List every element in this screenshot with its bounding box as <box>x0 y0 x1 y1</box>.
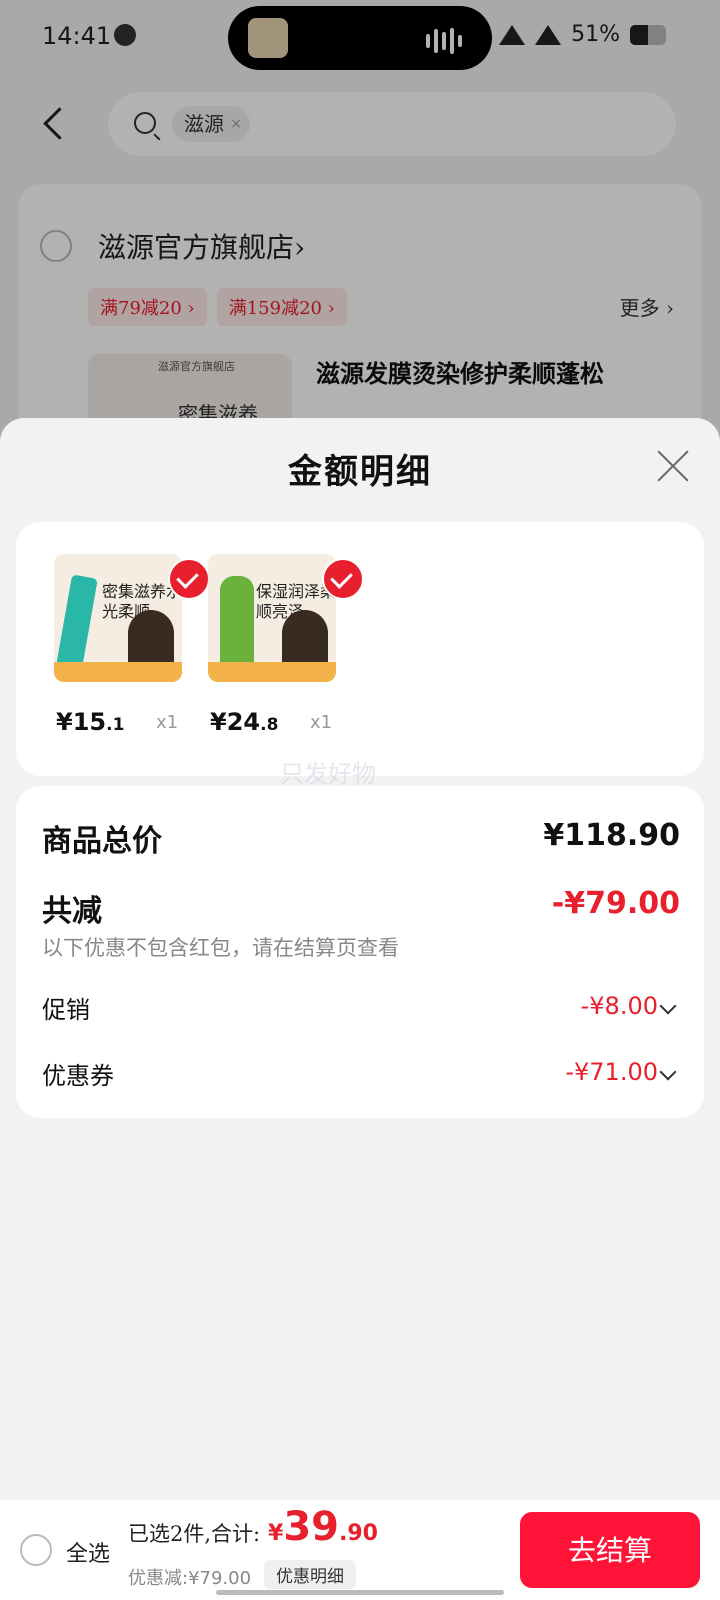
discount-summary: 优惠减:¥79.00 <box>128 1568 252 1589</box>
selected-count-text: 已选2件,合计: <box>128 1522 261 1546</box>
coupon-label: 优惠券 <box>42 1062 114 1090</box>
chevron-down-icon[interactable] <box>659 1063 677 1081</box>
chevron-down-icon[interactable] <box>659 997 677 1015</box>
coupon-value[interactable]: -¥71.00 <box>565 1058 658 1086</box>
price-summary-card: 商品总价 ¥118.90 共减 -¥79.00 以下优惠不包含红包，请在结算页查… <box>16 786 704 1118</box>
promotion-value[interactable]: -¥8.00 <box>581 992 658 1020</box>
amount-detail-sheet: 金额明细 密集滋养水光柔顺 ¥15.1 x1 保湿润泽柔顺亮泽 ¥24.8 x1 <box>0 418 720 1600</box>
home-indicator <box>216 1590 504 1595</box>
item-price: ¥24.8 <box>210 708 279 736</box>
selected-item[interactable]: 密集滋养水光柔顺 ¥15.1 x1 <box>16 522 210 776</box>
checkout-button[interactable]: 去结算 <box>520 1512 700 1588</box>
item-quantity: x1 <box>310 712 333 733</box>
total-discount-label: 共减 <box>42 894 102 929</box>
close-icon[interactable] <box>654 448 690 484</box>
total-price: ¥39.90 <box>268 1504 378 1550</box>
product-thumbnail[interactable]: 密集滋养水光柔顺 <box>54 554 182 682</box>
total-price-label: 商品总价 <box>42 824 162 859</box>
discount-note: 以下优惠不包含红包，请在结算页查看 <box>42 936 399 960</box>
product-stripe <box>208 662 336 682</box>
select-all-radio[interactable] <box>20 1534 52 1566</box>
sheet-title: 金额明细 <box>288 452 432 492</box>
total-price-value: ¥118.90 <box>543 818 680 853</box>
promotion-label: 促销 <box>42 996 90 1024</box>
selected-items-card: 密集滋养水光柔顺 ¥15.1 x1 保湿润泽柔顺亮泽 ¥24.8 x1 只发好物 <box>16 522 704 788</box>
product-bottle <box>220 576 254 676</box>
select-all-label[interactable]: 全选 <box>66 1536 110 1568</box>
item-price: ¥15.1 <box>56 708 125 736</box>
watermark: 只发好物 <box>280 760 376 788</box>
product-bottle <box>56 574 98 670</box>
selected-item[interactable]: 保湿润泽柔顺亮泽 ¥24.8 x1 <box>170 522 364 776</box>
total-discount-value: -¥79.00 <box>551 886 680 921</box>
product-thumbnail[interactable]: 保湿润泽柔顺亮泽 <box>208 554 336 682</box>
selected-check-icon[interactable] <box>322 558 364 600</box>
checkout-bar: 全选 已选2件,合计: ¥39.90 优惠减:¥79.00 优惠明细 去结算 <box>0 1500 720 1600</box>
discount-detail-button[interactable]: 优惠明细 <box>264 1560 356 1589</box>
product-stripe <box>54 662 182 682</box>
